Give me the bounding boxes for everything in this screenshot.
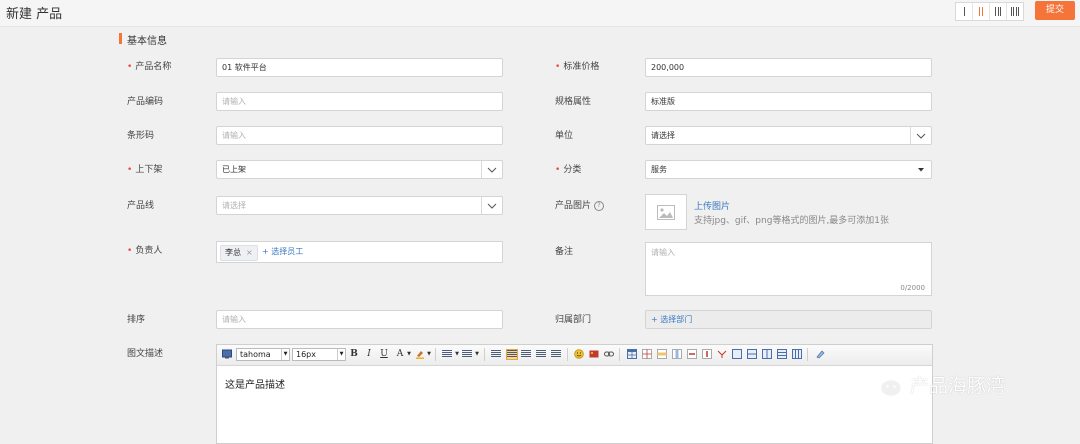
section-accent-bar <box>119 33 122 44</box>
unit-select[interactable]: 请选择 <box>645 126 932 145</box>
section-title: 基本信息 <box>127 36 167 47</box>
product-name-input[interactable]: 01 软件平台 <box>216 58 503 77</box>
help-icon[interactable]: ? <box>594 200 605 211</box>
image-upload-box[interactable] <box>645 194 687 230</box>
italic-button[interactable]: I <box>364 349 374 359</box>
layout-2-column-button[interactable] <box>973 3 990 20</box>
unit-label: 单位 <box>555 131 574 141</box>
layout-switch <box>955 2 1024 21</box>
table-icon[interactable] <box>627 349 637 359</box>
layout-1-column-button[interactable] <box>956 3 973 20</box>
col-props-icon[interactable] <box>777 349 787 359</box>
underline-button[interactable]: U <box>379 349 389 359</box>
delete-table-icon[interactable] <box>792 349 802 359</box>
spec-input[interactable]: 标准版 <box>645 92 932 111</box>
owner-tag: 李总 × <box>220 245 258 261</box>
align-justify-icon[interactable] <box>551 350 561 359</box>
table-props-icon[interactable] <box>642 349 652 359</box>
insert-row-icon[interactable] <box>657 349 667 359</box>
remark-textarea[interactable]: 请输入 0/2000 <box>645 242 932 296</box>
chevron-down-icon <box>481 161 502 178</box>
product-image-label: 产品图片? <box>555 200 605 212</box>
product-code-input[interactable]: 请输入 <box>216 92 503 111</box>
wechat-icon <box>863 369 903 400</box>
source-icon[interactable] <box>222 349 232 359</box>
choose-department-link[interactable]: + 选择部门 <box>651 315 692 324</box>
on-shelf-label: • 上下架 <box>127 165 163 175</box>
upload-hint: 支持jpg、gif、png等格式的图片,最多可添加1张 <box>694 216 890 226</box>
unordered-list-icon[interactable] <box>462 350 472 359</box>
chevron-down-icon[interactable]: ▼ <box>472 349 482 359</box>
on-shelf-select[interactable]: 已上架 <box>216 160 503 179</box>
description-label: 图文描述 <box>127 349 164 359</box>
align-center-icon[interactable] <box>521 350 531 359</box>
align-left-icon[interactable] <box>506 349 518 360</box>
page-title: 新建 产品 <box>6 7 63 22</box>
chevron-down-icon <box>910 127 931 144</box>
product-name-label: • 产品名称 <box>127 62 172 72</box>
barcode-input[interactable]: 请输入 <box>216 126 503 145</box>
close-icon[interactable]: × <box>246 248 253 257</box>
watermark-text: 产品海豚湾 <box>910 374 1006 397</box>
chevron-down-icon[interactable]: ▼ <box>424 349 434 359</box>
delete-col-icon[interactable] <box>702 349 712 359</box>
remark-label: 备注 <box>555 247 574 257</box>
cell-props-icon[interactable] <box>747 349 757 359</box>
link-icon[interactable] <box>604 349 614 359</box>
align-right-icon[interactable] <box>536 350 546 359</box>
top-bar: 新建 产品 提交 <box>0 0 1080 27</box>
watermark: 产品海豚湾 <box>862 368 1005 400</box>
row-props-icon[interactable] <box>762 349 772 359</box>
font-family-select[interactable]: tahoma ▼ <box>236 348 290 361</box>
price-label: • 标准价格 <box>555 62 600 72</box>
price-input[interactable]: 200,000 <box>645 58 932 77</box>
eraser-icon[interactable] <box>815 349 825 359</box>
bold-button[interactable]: B <box>349 349 359 359</box>
submit-button[interactable]: 提交 <box>1035 1 1075 20</box>
caret-down-icon <box>911 161 931 178</box>
layout-4-column-button[interactable] <box>1007 3 1023 20</box>
emoticon-icon[interactable] <box>574 349 584 359</box>
ordered-list-icon[interactable] <box>442 350 452 359</box>
rich-text-editor[interactable]: tahoma ▼ 16px ▼ B I U A ▼ ▼ ▼ ▼ 这是产品描述 <box>216 344 933 444</box>
category-label: • 分类 <box>555 165 582 175</box>
editor-content[interactable]: 这是产品描述 <box>225 376 285 391</box>
char-counter: 0/2000 <box>900 284 925 292</box>
barcode-label: 条形码 <box>127 131 155 141</box>
layout-3-column-button[interactable] <box>990 3 1007 20</box>
image-placeholder-icon <box>657 204 675 220</box>
chevron-down-icon[interactable]: ▼ <box>452 349 462 359</box>
department-field[interactable]: + 选择部门 <box>645 310 932 329</box>
editor-toolbar: tahoma ▼ 16px ▼ B I U A ▼ ▼ ▼ ▼ <box>217 345 932 366</box>
upload-image-link[interactable]: 上传图片 <box>694 199 730 212</box>
product-code-label: 产品编码 <box>127 97 164 107</box>
split-cells-icon[interactable] <box>732 349 742 359</box>
delete-row-icon[interactable] <box>687 349 697 359</box>
product-line-select[interactable]: 请选择 <box>216 196 503 215</box>
sort-label: 排序 <box>127 315 146 325</box>
department-label: 归属部门 <box>555 315 592 325</box>
image-icon[interactable] <box>589 349 599 359</box>
choose-employee-link[interactable]: + 选择员工 <box>262 246 303 257</box>
category-select[interactable]: 服务 <box>645 160 932 179</box>
chevron-down-icon[interactable]: ▼ <box>404 349 414 359</box>
owner-label: • 负责人 <box>127 246 163 256</box>
sort-input[interactable]: 请输入 <box>216 310 503 329</box>
owner-field[interactable]: 李总 × + 选择员工 <box>216 241 503 263</box>
insert-col-icon[interactable] <box>672 349 682 359</box>
merge-cells-icon[interactable] <box>717 349 727 359</box>
chevron-down-icon <box>481 197 502 214</box>
indent-icon[interactable] <box>491 350 501 359</box>
product-line-label: 产品线 <box>127 201 155 211</box>
font-size-select[interactable]: 16px ▼ <box>292 348 346 361</box>
spec-label: 规格属性 <box>555 97 592 107</box>
